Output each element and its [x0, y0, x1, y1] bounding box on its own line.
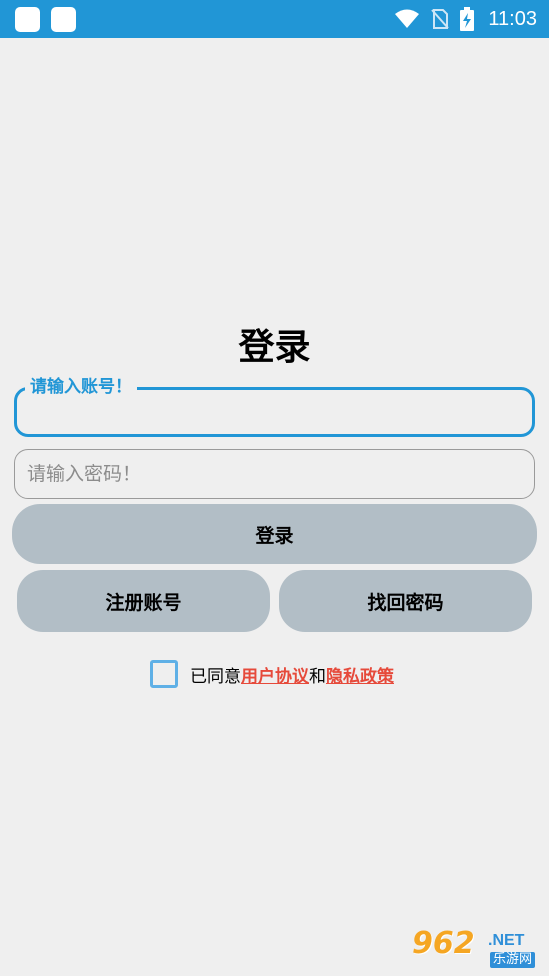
agreement-and: 和 [309, 666, 326, 687]
status-bar: 11:03 [0, 0, 549, 38]
password-field[interactable] [14, 449, 535, 499]
agreement-prefix: 已同意 [190, 666, 241, 687]
status-icons: 11:03 [394, 0, 537, 38]
watermark-logo: 962 .NET 乐游网 [408, 926, 544, 970]
watermark-suffix: .NET [488, 932, 525, 949]
agreement-row: 已同意 用户协议 和 隐私政策 [150, 660, 394, 688]
agreement-checkbox[interactable] [150, 660, 178, 688]
register-button[interactable]: 注册账号 [17, 570, 270, 632]
watermark-number: 962 [412, 926, 475, 961]
battery-charging-icon [460, 7, 475, 31]
watermark-caption: 乐游网 [490, 952, 536, 968]
status-time: 11:03 [488, 7, 537, 30]
login-button[interactable]: 登录 [12, 504, 537, 564]
app-icon [51, 7, 76, 32]
user-agreement-link[interactable]: 用户协议 [241, 662, 309, 687]
account-field[interactable]: 请输入账号！ [14, 376, 535, 437]
forgot-password-button[interactable]: 找回密码 [279, 570, 532, 632]
privacy-policy-link[interactable]: 隐私政策 [326, 662, 394, 687]
page-title: 登录 [238, 327, 311, 368]
wifi-icon [395, 9, 420, 28]
app-icon [15, 7, 40, 32]
account-input[interactable] [17, 390, 532, 434]
password-input[interactable] [15, 450, 534, 498]
no-sim-icon [431, 9, 450, 29]
